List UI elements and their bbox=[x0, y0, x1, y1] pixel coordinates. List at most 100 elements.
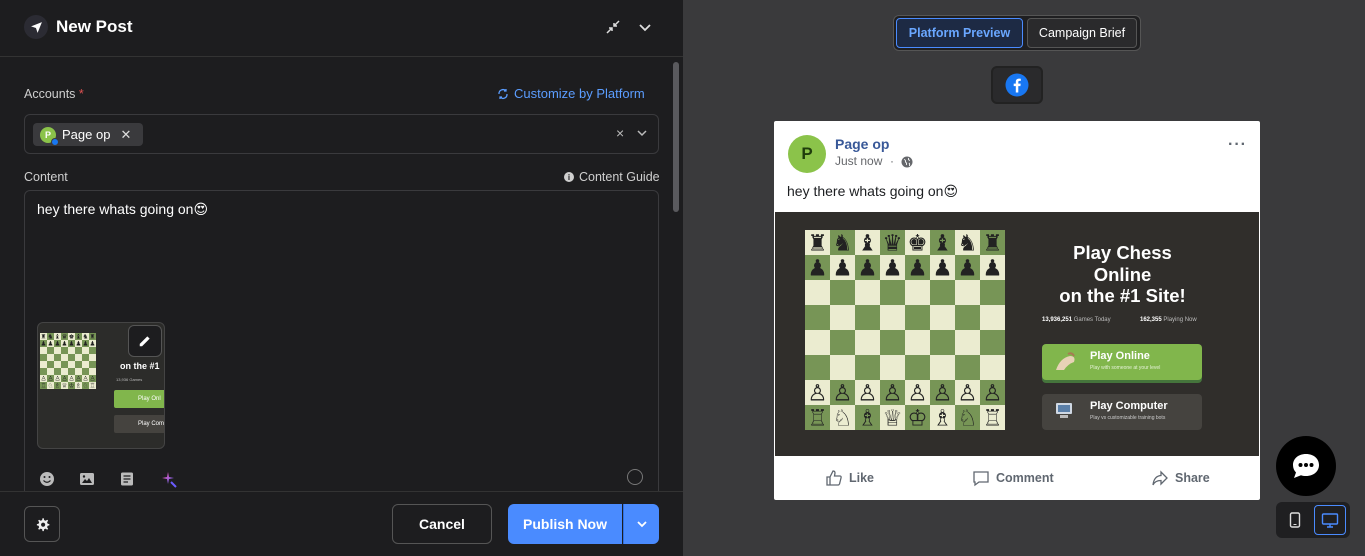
svg-text:Play Onl: Play Onl bbox=[138, 396, 161, 402]
svg-text:♜: ♜ bbox=[807, 231, 827, 257]
svg-text:♛: ♛ bbox=[62, 334, 68, 341]
svg-text:♘: ♘ bbox=[957, 406, 977, 431]
svg-text:♟: ♟ bbox=[832, 256, 852, 282]
svg-text:♟: ♟ bbox=[90, 341, 96, 348]
tab-platform-preview[interactable]: Platform Preview bbox=[896, 18, 1023, 48]
svg-text:♖: ♖ bbox=[982, 406, 1002, 431]
svg-text:♛: ♛ bbox=[882, 231, 902, 257]
mobile-icon bbox=[1289, 512, 1301, 528]
emoji-icon[interactable] bbox=[39, 471, 55, 487]
tab-campaign-brief[interactable]: Campaign Brief bbox=[1027, 18, 1137, 48]
svg-text:♝: ♝ bbox=[857, 231, 877, 257]
svg-text:♗: ♗ bbox=[76, 383, 82, 390]
svg-text:♙: ♙ bbox=[83, 376, 89, 383]
separator: · bbox=[890, 154, 894, 168]
svg-text:♙: ♙ bbox=[882, 381, 902, 407]
svg-text:♟: ♟ bbox=[882, 256, 902, 282]
svg-text:♘: ♘ bbox=[48, 383, 54, 390]
publish-now-button[interactable]: Publish Now bbox=[508, 504, 622, 544]
comment-button[interactable]: Comment bbox=[972, 469, 1054, 487]
svg-text:♞: ♞ bbox=[48, 334, 54, 341]
settings-button[interactable] bbox=[24, 506, 60, 542]
svg-text:13,936 Games: 13,936 Games bbox=[116, 377, 142, 382]
svg-text:♟: ♟ bbox=[932, 256, 952, 282]
svg-text:♙: ♙ bbox=[90, 376, 96, 383]
info-icon: i bbox=[564, 172, 574, 182]
play-computer-graphic: Play Computer Play vs customizable train… bbox=[1042, 394, 1202, 430]
computer-icon bbox=[1056, 403, 1072, 418]
svg-text:♙: ♙ bbox=[932, 381, 952, 407]
like-button[interactable]: Like bbox=[825, 469, 874, 487]
playing-now-stat: 162,355 Playing Now bbox=[1140, 317, 1197, 323]
svg-text:♕: ♕ bbox=[62, 383, 68, 390]
remove-account-icon[interactable]: ✕ bbox=[120, 127, 131, 143]
chevron-down-icon bbox=[636, 521, 647, 528]
accounts-select[interactable]: P Page op ✕ bbox=[24, 114, 659, 154]
content-guide-link[interactable]: i Content Guide bbox=[564, 170, 660, 184]
svg-text:♟: ♟ bbox=[69, 341, 75, 348]
avatar: P bbox=[788, 135, 826, 173]
mobile-view-button[interactable] bbox=[1282, 506, 1308, 534]
image-icon[interactable] bbox=[79, 471, 95, 487]
comment-icon bbox=[973, 471, 989, 487]
publish-options-button[interactable] bbox=[623, 504, 659, 544]
play-online-graphic: Play Online Play with someone at your le… bbox=[1042, 344, 1202, 380]
svg-text:♙: ♙ bbox=[48, 376, 54, 383]
svg-text:♟: ♟ bbox=[957, 256, 977, 282]
svg-text:♟: ♟ bbox=[55, 341, 61, 348]
svg-text:♔: ♔ bbox=[69, 383, 75, 390]
content-label: Content bbox=[24, 170, 68, 184]
more-options-icon[interactable]: ··· bbox=[1228, 136, 1247, 154]
svg-text:♚: ♚ bbox=[69, 334, 75, 341]
svg-text:♕: ♕ bbox=[882, 406, 902, 431]
hand-piece-icon bbox=[1056, 352, 1075, 370]
svg-text:♗: ♗ bbox=[932, 406, 952, 431]
svg-text:♟: ♟ bbox=[807, 256, 827, 282]
svg-text:♙: ♙ bbox=[41, 376, 47, 383]
svg-text:♟: ♟ bbox=[907, 256, 927, 282]
svg-text:♗: ♗ bbox=[857, 406, 877, 431]
svg-text:♙: ♙ bbox=[62, 376, 68, 383]
svg-text:♞: ♞ bbox=[832, 231, 852, 257]
cancel-button[interactable]: Cancel bbox=[392, 504, 492, 544]
svg-text:♙: ♙ bbox=[55, 376, 61, 383]
svg-text:♝: ♝ bbox=[55, 334, 61, 341]
desktop-icon bbox=[1321, 513, 1339, 528]
svg-text:♙: ♙ bbox=[832, 381, 852, 407]
svg-text:♜: ♜ bbox=[982, 231, 1002, 257]
svg-text:♙: ♙ bbox=[76, 376, 82, 383]
svg-text:♖: ♖ bbox=[807, 406, 827, 431]
svg-text:♝: ♝ bbox=[76, 334, 82, 341]
share-icon bbox=[1152, 470, 1168, 486]
chevron-down-icon[interactable] bbox=[636, 18, 654, 36]
scrollbar[interactable] bbox=[673, 62, 679, 212]
svg-text:♟: ♟ bbox=[48, 341, 54, 348]
desktop-view-button[interactable] bbox=[1314, 505, 1346, 535]
clear-icon[interactable]: × bbox=[616, 125, 624, 141]
svg-text:♔: ♔ bbox=[907, 406, 927, 431]
share-button[interactable]: Share bbox=[1151, 469, 1210, 487]
collapse-icon[interactable] bbox=[604, 18, 622, 36]
svg-text:♜: ♜ bbox=[41, 334, 47, 341]
svg-text:♙: ♙ bbox=[857, 381, 877, 407]
template-icon[interactable] bbox=[119, 471, 135, 487]
svg-text:on the #1: on the #1 bbox=[120, 361, 160, 371]
pencil-icon bbox=[139, 336, 150, 347]
svg-text:♘: ♘ bbox=[832, 406, 852, 431]
svg-text:♟: ♟ bbox=[76, 341, 82, 348]
games-today-stat: 13,936,251 Games Today bbox=[1042, 317, 1111, 323]
svg-text:♘: ♘ bbox=[83, 383, 89, 390]
accounts-label: Accounts * bbox=[24, 87, 84, 101]
facebook-icon bbox=[1005, 73, 1029, 97]
page-name: Page op bbox=[835, 136, 890, 152]
image-headline: Play Chess Online on the #1 Site! bbox=[1059, 242, 1186, 306]
platform-tab-facebook[interactable] bbox=[991, 66, 1043, 104]
customize-by-platform-link[interactable]: Customize by Platform bbox=[497, 86, 645, 101]
content-text: hey there whats going on😍 bbox=[37, 201, 209, 217]
sync-icon bbox=[498, 88, 508, 99]
edit-media-button[interactable] bbox=[128, 325, 162, 357]
globe-icon bbox=[901, 155, 913, 168]
ai-sparkle-icon[interactable] bbox=[160, 471, 177, 488]
chevron-down-icon[interactable] bbox=[636, 126, 648, 138]
chat-button[interactable] bbox=[1276, 436, 1336, 496]
